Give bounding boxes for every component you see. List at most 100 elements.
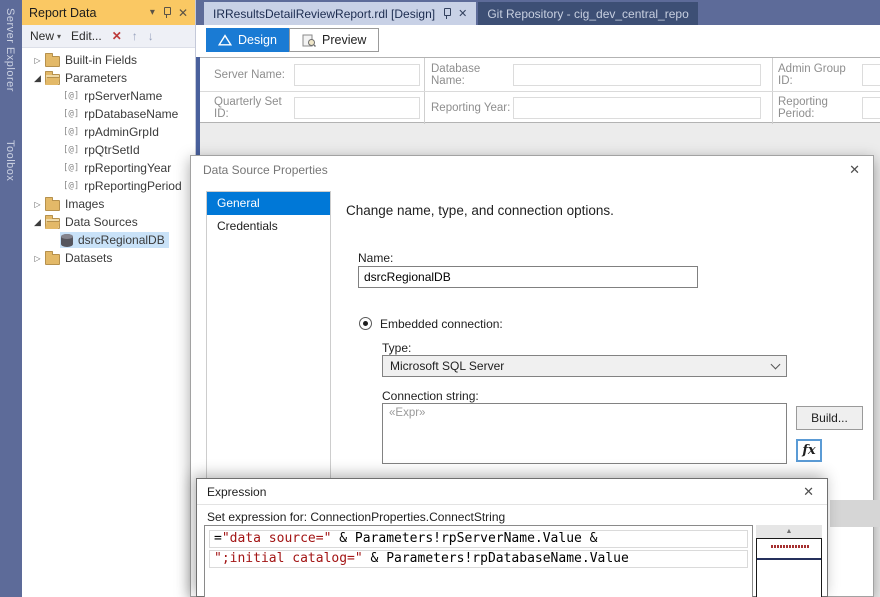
new-button[interactable]: New ▾: [30, 29, 61, 43]
intellisense-popup: [756, 538, 822, 597]
tree-item-rpqtrsetid[interactable]: [@] rpQtrSetId: [22, 141, 195, 159]
expander-collapsed-icon[interactable]: ▷: [31, 56, 44, 65]
scroll-up-icon[interactable]: ▲: [756, 525, 822, 538]
tab-preview[interactable]: Preview: [289, 28, 380, 52]
window-menu-icon[interactable]: ▾: [150, 7, 155, 18]
param-label: Database Name:: [431, 62, 481, 87]
type-select[interactable]: Microsoft SQL Server: [382, 355, 787, 377]
tree-item-rpservername[interactable]: [@] rpServerName: [22, 87, 195, 105]
quarterly-set-id-input[interactable]: [294, 96, 420, 119]
parameter-icon: [@]: [63, 181, 80, 191]
nav-item-general[interactable]: General: [207, 192, 330, 215]
tree-item-datasets[interactable]: ▷ Datasets: [22, 249, 195, 267]
admin-group-id-input[interactable]: [862, 63, 880, 86]
dialog-heading: Change name, type, and connection option…: [346, 203, 614, 218]
expression-dialog: Expression ✕ Set expression for: Connect…: [196, 478, 828, 597]
chevron-down-icon: ▾: [57, 31, 62, 41]
edit-button[interactable]: Edit...: [71, 29, 102, 43]
pin-icon[interactable]: [442, 7, 452, 20]
type-label: Type:: [382, 341, 412, 355]
expander-expanded-icon[interactable]: ◢: [31, 73, 44, 84]
tree-item-label: rpAdminGrpId: [84, 125, 159, 139]
title-separator: [197, 504, 827, 505]
popup-divider: [757, 558, 821, 560]
delete-icon[interactable]: ✕: [112, 29, 122, 43]
tree-item-rpdatabasename[interactable]: [@] rpDatabaseName: [22, 105, 195, 123]
sidebar-tab-server-explorer[interactable]: Server Explorer: [4, 8, 16, 92]
tree-item-data-sources[interactable]: ◢ Data Sources: [22, 213, 195, 231]
tab-label: IRResultsDetailReviewReport.rdl [Design]: [213, 6, 436, 21]
reporting-year-input[interactable]: [513, 96, 761, 119]
report-data-tree: ▷ Built-in Fields ◢ Parameters [@] rpSer…: [22, 48, 195, 267]
tab-label: Git Repository - cig_dev_central_repo: [487, 6, 689, 21]
preview-report-icon: [302, 34, 316, 47]
move-up-icon[interactable]: ↑: [132, 29, 138, 43]
nav-item-credentials[interactable]: Credentials: [207, 215, 330, 238]
parameter-icon: [@]: [63, 109, 80, 119]
chevron-down-icon: [770, 359, 781, 370]
database-name-input[interactable]: [513, 63, 761, 86]
new-button-label: New: [30, 29, 55, 43]
dialog-title: Expression: [207, 485, 267, 499]
build-button[interactable]: Build...: [796, 406, 863, 430]
embedded-connection-radio[interactable]: [359, 317, 372, 330]
expression-fx-button[interactable]: fx: [796, 439, 822, 462]
sidebar-tab-toolbox[interactable]: Toolbox: [4, 140, 16, 181]
popup-highlight-text: [771, 545, 809, 548]
folder-icon: [45, 52, 60, 67]
tab-design[interactable]: Design: [206, 28, 289, 52]
panel-title: Report Data: [29, 5, 97, 20]
dialog-title: Data Source Properties: [203, 163, 328, 177]
pin-icon[interactable]: [162, 6, 171, 19]
report-data-panel: Report Data ▾ ✕ New ▾ Edit... ✕ ↑ ↓ ▷ Bu…: [22, 0, 196, 597]
folder-open-icon: [45, 214, 60, 229]
vs-report-designer-window: Server Explorer Toolbox Report Data ▾ ✕ …: [0, 0, 880, 597]
parameter-icon: [@]: [63, 145, 80, 155]
expander-collapsed-icon[interactable]: ▷: [31, 254, 44, 263]
set-expression-label: Set expression for: ConnectionProperties…: [207, 510, 506, 524]
connection-string-textarea[interactable]: «Expr»: [382, 403, 787, 464]
disabled-button-fragment: [830, 500, 880, 527]
expander-collapsed-icon[interactable]: ▷: [31, 200, 44, 209]
expression-code-editor[interactable]: ="data source=" & Parameters!rpServerNam…: [204, 525, 753, 597]
server-name-input[interactable]: [294, 63, 420, 86]
parameter-icon: [@]: [63, 91, 80, 101]
close-icon[interactable]: ✕: [803, 484, 814, 500]
name-input[interactable]: [358, 266, 698, 288]
tree-item-images[interactable]: ▷ Images: [22, 195, 195, 213]
reporting-period-input[interactable]: [862, 96, 880, 119]
document-edge-accent: [196, 57, 200, 155]
code-token: & Parameters!rpServerName.Value &: [331, 531, 598, 546]
close-icon[interactable]: ✕: [458, 7, 467, 20]
tree-item-label: rpQtrSetId: [84, 143, 140, 157]
tree-item-built-in-fields[interactable]: ▷ Built-in Fields: [22, 51, 195, 69]
close-icon[interactable]: ✕: [178, 7, 188, 19]
document-tab-strip: IRResultsDetailReviewReport.rdl [Design]…: [196, 0, 880, 25]
tree-item-label: rpServerName: [84, 89, 163, 103]
embedded-connection-label: Embedded connection:: [380, 317, 503, 331]
report-data-toolbar: New ▾ Edit... ✕ ↑ ↓: [22, 25, 195, 48]
code-token: "data source=": [221, 531, 332, 546]
code-token: ";initial catalog=": [214, 551, 363, 566]
tree-item-label: rpDatabaseName: [84, 107, 179, 121]
folder-icon: [45, 196, 60, 211]
close-icon[interactable]: ✕: [849, 162, 860, 178]
tree-item-rpadmingrpid[interactable]: [@] rpAdminGrpId: [22, 123, 195, 141]
tab-rdl-design[interactable]: IRResultsDetailReviewReport.rdl [Design]…: [204, 2, 477, 25]
code-line: ";initial catalog=" & Parameters!rpDatab…: [209, 550, 748, 568]
param-label: Quarterly Set ID:: [214, 95, 282, 120]
tree-item-label: Built-in Fields: [65, 53, 138, 67]
tree-item-dsrcregionaldb[interactable]: dsrcRegionalDB: [22, 231, 195, 249]
parameter-icon: [@]: [63, 127, 80, 137]
code-line: ="data source=" & Parameters!rpServerNam…: [209, 530, 748, 548]
expr-placeholder: «Expr»: [389, 407, 426, 419]
tree-item-parameters[interactable]: ◢ Parameters: [22, 69, 195, 87]
type-select-value: Microsoft SQL Server: [390, 359, 505, 373]
parameter-prompt-area: Server Name: Database Name: Admin Group …: [200, 57, 880, 124]
move-down-icon[interactable]: ↓: [148, 29, 154, 43]
tab-git-repository[interactable]: Git Repository - cig_dev_central_repo: [478, 2, 698, 25]
code-token: & Parameters!rpDatabaseName.Value: [362, 551, 629, 566]
tree-item-rpreportingyear[interactable]: [@] rpReportingYear: [22, 159, 195, 177]
tree-item-rpreportingperiod[interactable]: [@] rpReportingPeriod: [22, 177, 195, 195]
expander-expanded-icon[interactable]: ◢: [31, 217, 44, 228]
